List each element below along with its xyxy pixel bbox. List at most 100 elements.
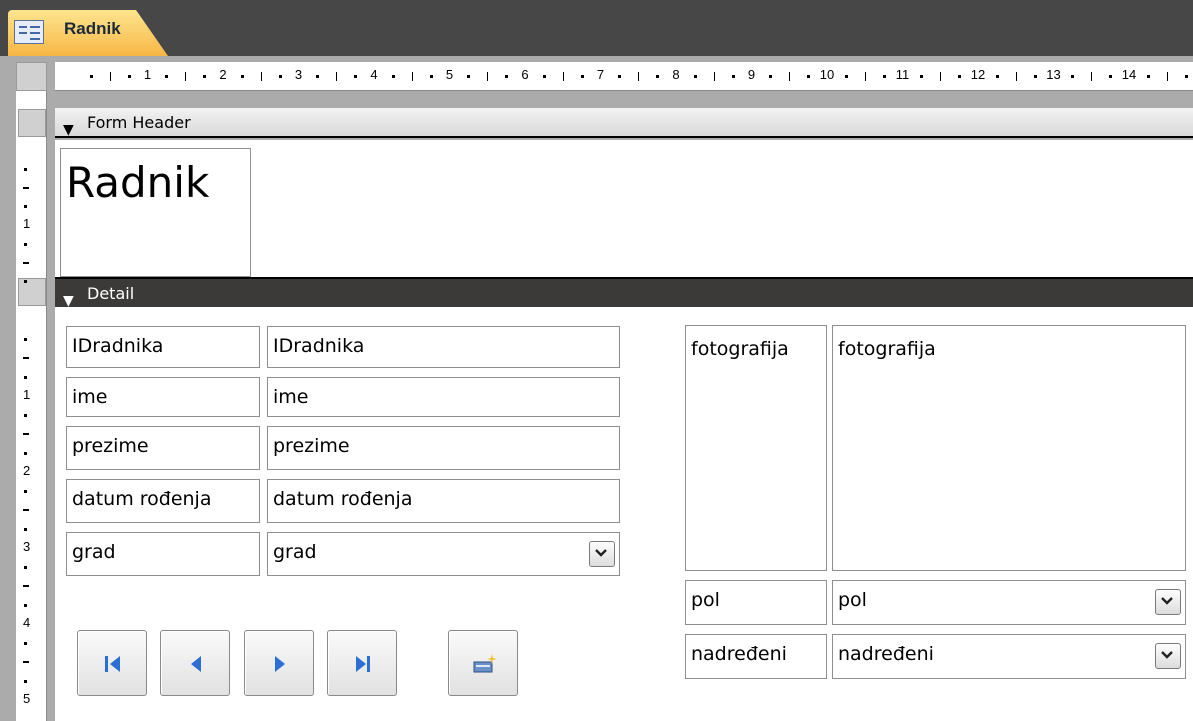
ruler-dot bbox=[24, 528, 27, 531]
ruler-tick bbox=[336, 72, 338, 81]
ruler-mark: 1 bbox=[143, 67, 152, 82]
ruler-dot bbox=[769, 75, 773, 78]
image-fotografija[interactable]: fotografija bbox=[832, 325, 1186, 571]
ruler-dot bbox=[882, 75, 886, 78]
new-record-icon bbox=[473, 654, 497, 673]
ruler-dot bbox=[920, 75, 924, 78]
ruler-tick bbox=[185, 72, 187, 81]
textbox-prezime[interactable]: prezime bbox=[267, 426, 620, 470]
ruler-dot bbox=[429, 75, 433, 78]
combobox-pol-value: pol bbox=[838, 589, 867, 611]
ruler-dot bbox=[467, 75, 471, 78]
label-prezime[interactable]: prezime bbox=[66, 426, 260, 470]
detail-bar[interactable]: ▼ Detail bbox=[55, 277, 1193, 309]
label-ime[interactable]: ime bbox=[66, 377, 260, 417]
ruler-dot bbox=[1146, 75, 1150, 78]
textbox-datum-rodjenja[interactable]: datum rođenja bbox=[267, 479, 620, 523]
ruler-dot bbox=[505, 75, 509, 78]
label-idradnika[interactable]: IDradnika bbox=[66, 326, 260, 368]
combobox-grad[interactable]: grad bbox=[267, 532, 620, 576]
ruler-tick bbox=[23, 261, 29, 264]
ruler-dot bbox=[580, 75, 584, 78]
ruler-dot bbox=[316, 75, 320, 78]
ruler-dot bbox=[240, 75, 244, 78]
next-record-button[interactable] bbox=[244, 630, 314, 696]
ruler-dot bbox=[1033, 75, 1037, 78]
ruler-mark: 9 bbox=[747, 67, 756, 82]
first-record-button[interactable] bbox=[77, 630, 147, 696]
ruler-tick bbox=[23, 357, 29, 359]
form-header-bar[interactable]: ▼ Form Header bbox=[55, 108, 1193, 138]
combobox-nadredjeni[interactable]: nadređeni bbox=[832, 634, 1186, 679]
ruler-dot bbox=[127, 75, 131, 78]
ruler-dot bbox=[1071, 75, 1075, 78]
ruler-dot bbox=[278, 75, 282, 78]
ruler-tick bbox=[487, 72, 489, 81]
label-datum-rodjenja[interactable]: datum rođenja bbox=[66, 479, 260, 523]
ruler-dot bbox=[391, 75, 395, 78]
ruler-dot bbox=[618, 75, 622, 78]
chevron-down-icon[interactable] bbox=[1155, 589, 1181, 615]
combobox-nadredjeni-value: nadređeni bbox=[838, 643, 934, 665]
label-pol[interactable]: pol bbox=[685, 580, 827, 625]
vertical-ruler: 1 1 2 3 4 5 bbox=[16, 91, 47, 721]
ruler-tick bbox=[23, 433, 29, 435]
textbox-ime[interactable]: ime bbox=[267, 377, 620, 417]
ruler-dot bbox=[844, 75, 848, 78]
detail-label: Detail bbox=[87, 284, 135, 303]
ruler-tick bbox=[260, 72, 262, 81]
ruler-mark: 5 bbox=[23, 691, 31, 706]
ruler-dot bbox=[24, 338, 27, 341]
ruler-dot bbox=[24, 604, 27, 607]
detail-selector[interactable] bbox=[18, 278, 46, 306]
ruler-mark: 6 bbox=[521, 67, 529, 82]
ruler-mark: 1 bbox=[23, 216, 31, 231]
next-record-icon bbox=[275, 656, 285, 672]
previous-record-icon bbox=[191, 656, 201, 672]
ruler-dot bbox=[24, 205, 27, 209]
ruler-mark: 3 bbox=[294, 67, 303, 82]
ruler-dot bbox=[24, 376, 27, 379]
previous-record-button[interactable] bbox=[160, 630, 230, 696]
ruler-mark: 5 bbox=[445, 67, 454, 82]
ruler-tick bbox=[864, 72, 866, 81]
form-selector[interactable] bbox=[16, 62, 47, 91]
last-record-button[interactable] bbox=[327, 630, 397, 696]
ruler-tick bbox=[638, 72, 640, 81]
ruler-mark: 3 bbox=[23, 539, 31, 554]
ruler-dot bbox=[1184, 75, 1188, 78]
new-record-button[interactable] bbox=[448, 630, 518, 696]
ruler-dot bbox=[656, 75, 660, 78]
label-grad[interactable]: grad bbox=[66, 532, 260, 576]
ruler-mark: 1 bbox=[23, 387, 31, 402]
textbox-idradnika[interactable]: IDradnika bbox=[267, 326, 620, 368]
chevron-down-icon[interactable] bbox=[589, 541, 615, 567]
ruler-dot bbox=[542, 75, 546, 78]
ruler-tick bbox=[1015, 72, 1017, 81]
chevron-down-icon[interactable] bbox=[1155, 643, 1181, 669]
document-tab-strip bbox=[0, 0, 1193, 56]
ruler-mark: 4 bbox=[370, 67, 378, 82]
ruler-mark: 7 bbox=[596, 67, 605, 82]
horizontal-ruler: 123456789101112131415 bbox=[55, 62, 1193, 91]
ruler-mark: 2 bbox=[219, 67, 227, 82]
form-header-label: Form Header bbox=[87, 113, 191, 132]
ruler-dot bbox=[89, 75, 93, 78]
ruler-tick bbox=[1166, 72, 1168, 81]
combobox-pol[interactable]: pol bbox=[832, 580, 1186, 625]
label-fotografija[interactable]: fotografija bbox=[685, 325, 827, 571]
last-record-icon bbox=[356, 656, 370, 672]
ruler-dot bbox=[24, 490, 27, 493]
ruler-dot bbox=[24, 680, 27, 683]
ruler-dot bbox=[203, 75, 207, 78]
ruler-dot bbox=[354, 75, 358, 78]
ruler-tick bbox=[109, 72, 111, 81]
ruler-dot bbox=[693, 75, 697, 78]
ruler-mark: 11 bbox=[895, 67, 910, 82]
form-header-selector[interactable] bbox=[18, 109, 46, 137]
label-nadredjeni[interactable]: nadređeni bbox=[685, 634, 827, 679]
ruler-dot bbox=[24, 566, 27, 569]
ruler-tick bbox=[713, 72, 715, 81]
tab-title: Radnik bbox=[64, 19, 121, 38]
ruler-dot bbox=[995, 75, 999, 78]
